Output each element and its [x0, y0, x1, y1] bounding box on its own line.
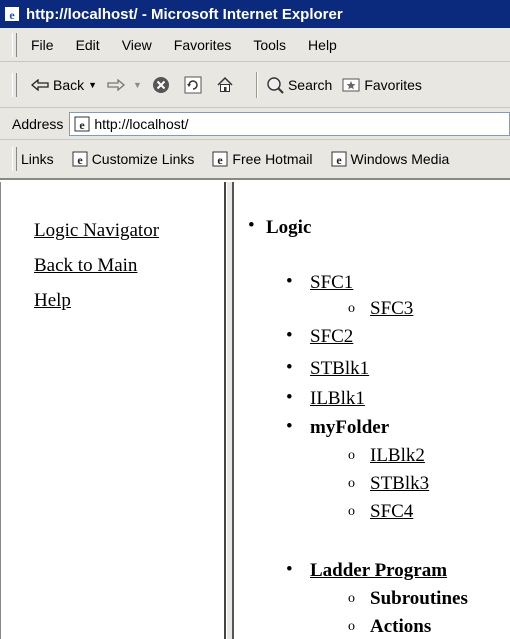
address-label: Address — [12, 115, 64, 132]
favorites-icon — [342, 78, 360, 91]
menu-edit[interactable]: Edit — [76, 37, 100, 53]
tree-subbullet: o — [348, 591, 355, 606]
page-icon: e — [212, 151, 228, 167]
content-frame: • Logic • SFC1 o SFC3 • SFC2 • STBlk1 • … — [234, 182, 510, 639]
back-dropdown-icon[interactable]: ▼ — [88, 80, 97, 90]
logic-navigator-link[interactable]: Logic Navigator — [34, 220, 159, 242]
window-title: http://localhost/ - Microsoft Internet E… — [26, 5, 343, 23]
toolbar-grip — [12, 72, 17, 97]
menu-bar: File Edit View Favorites Tools Help — [0, 28, 510, 62]
stop-icon — [152, 76, 169, 93]
tree-item-sfc4[interactable]: SFC4 — [370, 501, 413, 523]
tree-folder-myfolder: myFolder — [310, 417, 390, 438]
back-arrow-icon — [31, 78, 49, 91]
favorites-button[interactable]: Favorites — [342, 77, 422, 93]
ie-icon: e — [4, 6, 20, 22]
tree-item-sfc3[interactable]: SFC3 — [370, 298, 413, 320]
tree-folder-subroutines: Subroutines — [370, 588, 468, 609]
tree-item-sfc2[interactable]: SFC2 — [310, 326, 353, 348]
menu-file[interactable]: File — [31, 37, 54, 53]
svg-text:e: e — [218, 153, 224, 167]
address-value: http://localhost/ — [94, 115, 189, 132]
address-bar: Address e http://localhost/ — [0, 108, 510, 140]
link-customize-links[interactable]: e Customize Links — [72, 151, 195, 167]
link-windows-media[interactable]: e Windows Media — [331, 151, 450, 167]
page-icon: e — [72, 151, 88, 167]
toolbar-separator — [255, 71, 258, 98]
tree-root-logic: Logic — [266, 217, 312, 238]
page-icon: e — [74, 116, 90, 132]
links-label: Links — [21, 151, 54, 167]
tree-bullet: • — [286, 416, 293, 437]
tree-item-ilblk1[interactable]: ILBlk1 — [310, 388, 365, 410]
svg-text:e: e — [77, 153, 83, 167]
tree-item-stblk1[interactable]: STBlk1 — [310, 358, 369, 380]
menu-favorites[interactable]: Favorites — [174, 37, 232, 53]
links-grip — [12, 147, 17, 171]
tree-folder-actions: Actions — [370, 616, 432, 637]
tree-subbullet: o — [348, 504, 355, 519]
tree-bullet: • — [286, 271, 293, 292]
frame-splitter[interactable] — [226, 182, 234, 639]
search-label: Search — [287, 76, 333, 93]
link-label: Windows Media — [350, 151, 450, 167]
back-label: Back — [53, 76, 85, 93]
help-link[interactable]: Help — [34, 290, 71, 312]
navigation-frame: Logic Navigator Back to Main Help — [0, 182, 226, 639]
tree-bullet: • — [248, 215, 255, 236]
link-label: Free Hotmail — [232, 151, 313, 167]
svg-text:e: e — [336, 153, 342, 167]
menu-help[interactable]: Help — [308, 37, 337, 53]
svg-text:e: e — [9, 8, 15, 22]
links-bar: Links e Customize Links e Free Hotmail e… — [0, 140, 510, 180]
tree-subbullet: o — [348, 619, 355, 634]
link-free-hotmail[interactable]: e Free Hotmail — [212, 151, 313, 167]
menu-tools[interactable]: Tools — [253, 37, 286, 53]
tree-subbullet: o — [348, 448, 355, 463]
tree-item-stblk3[interactable]: STBlk3 — [370, 473, 429, 495]
tree-item-ilblk2[interactable]: ILBlk2 — [370, 445, 425, 467]
home-button[interactable] — [216, 76, 238, 94]
tree-item-sfc1[interactable]: SFC1 — [310, 272, 353, 294]
back-to-main-link[interactable]: Back to Main — [34, 255, 137, 277]
search-button[interactable]: Search — [266, 76, 332, 94]
refresh-button[interactable] — [184, 76, 206, 94]
search-icon — [267, 76, 284, 94]
link-label: Customize Links — [91, 151, 195, 167]
forward-arrow-icon — [107, 78, 126, 91]
page-icon: e — [331, 151, 347, 167]
address-input[interactable]: e http://localhost/ — [69, 111, 510, 136]
tree-subbullet: o — [348, 476, 355, 491]
tree-item-ladder-program[interactable]: Ladder Program — [310, 560, 447, 582]
home-icon — [217, 76, 233, 92]
menu-grip — [12, 32, 17, 57]
tree-subbullet: o — [348, 301, 355, 316]
svg-text:e: e — [80, 118, 86, 132]
favorites-label: Favorites — [364, 76, 422, 93]
tree-bullet: • — [286, 325, 293, 346]
back-button[interactable]: Back ▼ — [31, 77, 97, 93]
title-bar: e http://localhost/ - Microsoft Internet… — [0, 0, 510, 28]
standard-toolbar: Back ▼ ▼ Search Favorites — [0, 62, 510, 108]
tree-bullet: • — [286, 559, 293, 580]
menu-view[interactable]: View — [122, 37, 152, 53]
forward-button[interactable]: ▼ — [107, 78, 142, 91]
refresh-icon — [184, 76, 202, 93]
tree-bullet: • — [286, 357, 293, 378]
forward-dropdown-icon[interactable]: ▼ — [133, 80, 142, 90]
tree-bullet: • — [286, 387, 293, 408]
stop-button[interactable] — [152, 76, 174, 94]
